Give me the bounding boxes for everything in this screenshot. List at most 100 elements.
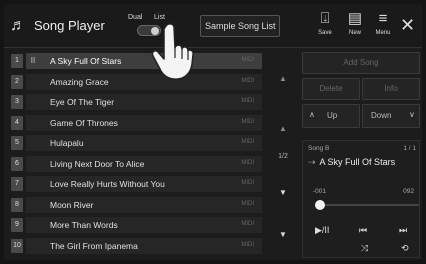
app-title: Song Player [34, 18, 105, 33]
pause-icon: II [30, 56, 36, 65]
song-row-body[interactable]: Amazing Grace MIDI [26, 73, 262, 90]
song-row-body[interactable]: More Than Words MIDI [26, 217, 262, 233]
now-playing-title: A Sky Full Of Stars [319, 157, 396, 167]
save-button[interactable]: ⍗ Save [312, 10, 338, 44]
song-row[interactable]: 2 Amazing Grace MIDI [8, 73, 264, 92]
song-row[interactable]: 6 Living Next Door To Alice MIDI [8, 155, 264, 174]
chevron-up-icon: ∧ [309, 110, 315, 119]
song-row[interactable]: 1 II A Sky Full Of Stars MIDI [8, 52, 264, 71]
page-up-button[interactable]: ▲ [268, 124, 298, 133]
song-title: Game Of Thrones [50, 117, 118, 128]
song-number: 9 [11, 218, 23, 232]
delete-button[interactable]: Delete [302, 78, 360, 100]
song-number: 6 [11, 156, 23, 171]
song-row[interactable]: 8 Moon River MIDI [8, 196, 264, 215]
song-title: Love Really Hurts Without You [50, 179, 165, 189]
song-row-body[interactable]: Eye Of The Tiger MIDI [26, 94, 262, 110]
song-number: 7 [11, 177, 23, 191]
song-number: 8 [11, 197, 23, 212]
song-row-body[interactable]: The Girl From Ipanema MIDI [26, 237, 262, 254]
save-icon: ⍗ [320, 10, 330, 27]
song-number: 1 [11, 54, 23, 68]
move-down-label: Down [371, 111, 392, 120]
song-row[interactable]: 7 Love Really Hurts Without You MIDI [8, 175, 264, 194]
song-row[interactable]: 9 More Than Words MIDI [8, 216, 264, 235]
song-number: 4 [11, 115, 23, 130]
position-slider-thumb[interactable] [315, 200, 325, 210]
list-scroll-column: ▲ ▲ 1/2 ▼ ▼ [268, 52, 298, 258]
now-playing: ⇢ A Sky Full Of Stars [308, 157, 395, 168]
repeat-button[interactable]: ⟲ [401, 243, 409, 254]
midi-tag: MIDI [241, 57, 254, 63]
song-row[interactable]: 5 Hulapalu MIDI [8, 134, 264, 153]
song-row[interactable]: 10 The Girl From Ipanema MIDI [8, 237, 264, 256]
song-row[interactable]: 3 Eye Of The Tiger MIDI [8, 93, 264, 112]
page-indicator: 1/2 [278, 153, 288, 160]
new-button[interactable]: ▤ New [342, 10, 368, 44]
song-number: 10 [11, 238, 23, 253]
midi-tag: MIDI [241, 200, 254, 207]
hand-pointer-icon [151, 23, 194, 80]
time-end: 092 [403, 188, 414, 195]
scroll-top-button[interactable]: ▲ [268, 74, 298, 83]
edit-panel: Add Song Delete Info ∧ Up Down ∨ Song B … [302, 52, 420, 258]
midi-tag: MIDI [241, 159, 254, 166]
song-row-body[interactable]: II A Sky Full Of Stars MIDI [26, 53, 262, 69]
new-label: New [348, 30, 361, 36]
chevron-down-icon: ∨ [409, 110, 415, 119]
song-slot-label: Song B [308, 145, 330, 152]
song-title: A Sky Full Of Stars [50, 56, 122, 66]
song-count: 1 / 1 [403, 145, 416, 152]
midi-tag: MIDI [241, 241, 254, 248]
song-row[interactable]: 4 Game Of Thrones MIDI [8, 114, 264, 133]
midi-tag: MIDI [241, 77, 254, 84]
song-number: 5 [11, 136, 23, 150]
move-up-button[interactable]: ∧ Up [302, 104, 360, 128]
songlist-name-field[interactable]: Sample Song List [200, 15, 280, 37]
previous-button[interactable]: ⏮ [359, 225, 367, 236]
midi-tag: MIDI [241, 180, 254, 186]
song-title: More Than Words [50, 220, 118, 230]
midi-tag: MIDI [241, 118, 254, 125]
header-bar: ♬ Song Player Dual List Sample Song List… [4, 4, 422, 48]
time-start: -001 [313, 188, 327, 195]
midi-tag: MIDI [241, 139, 254, 145]
next-button[interactable]: ⏭ [399, 225, 407, 236]
music-note-icon: ♬ [10, 17, 26, 34]
scroll-bottom-button[interactable]: ▼ [268, 230, 298, 239]
page-down-button[interactable]: ▼ [268, 188, 298, 197]
new-icon: ▤ [347, 10, 363, 27]
song-number: 2 [11, 74, 23, 89]
play-pause-button[interactable]: ▶/II [315, 225, 329, 236]
add-song-button[interactable]: Add Song [302, 52, 420, 74]
move-up-label: Up [327, 111, 338, 120]
menu-button[interactable]: ≡ Menu [370, 10, 396, 44]
midi-tag: MIDI [241, 221, 254, 227]
song-title: Hulapalu [50, 138, 84, 148]
close-button[interactable]: ✕ [400, 15, 415, 35]
song-row-body[interactable]: Game Of Thrones MIDI [26, 114, 262, 131]
song-title: Living Next Door To Alice [50, 158, 145, 169]
song-title: Moon River [50, 199, 94, 210]
song-number: 3 [11, 95, 23, 109]
song-list: 1 II A Sky Full Of Stars MIDI 2 Amazing … [8, 52, 264, 258]
menu-label: Menu [375, 30, 391, 36]
song-row-body[interactable]: Love Really Hurts Without You MIDI [26, 176, 262, 192]
save-label: Save [318, 30, 332, 36]
midi-tag: MIDI [241, 98, 254, 104]
shuffle-button[interactable]: ⤨ [361, 243, 368, 254]
song-row-body[interactable]: Living Next Door To Alice MIDI [26, 155, 262, 172]
mode-dual-label: Dual [128, 14, 143, 21]
repeat-song-icon: ⇢ [308, 157, 316, 167]
mode-list-label: List [154, 14, 165, 21]
info-button[interactable]: Info [362, 78, 420, 100]
song-title: Amazing Grace [50, 76, 109, 87]
move-down-button[interactable]: Down ∨ [362, 104, 420, 128]
position-slider-track[interactable] [315, 204, 419, 206]
song-player-screen: ♬ Song Player Dual List Sample Song List… [4, 4, 422, 260]
playback-panel: Song B 1 / 1 ⇢ A Sky Full Of Stars -001 0… [302, 140, 420, 258]
song-title: Eye Of The Tiger [50, 97, 115, 107]
song-row-body[interactable]: Hulapalu MIDI [26, 135, 262, 151]
song-row-body[interactable]: Moon River MIDI [26, 196, 262, 213]
menu-icon: ≡ [378, 10, 388, 27]
